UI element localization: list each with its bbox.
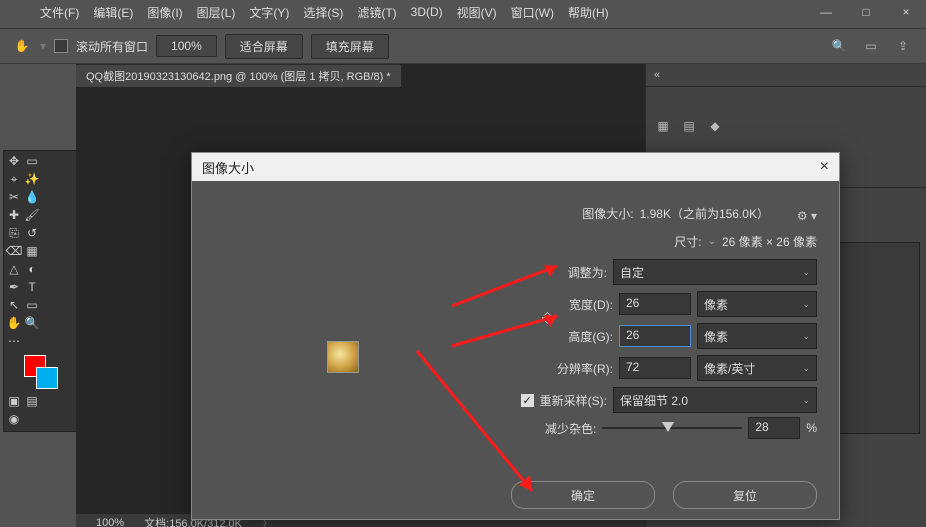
noise-label: 减少杂色: xyxy=(545,420,596,437)
menu-3d[interactable]: 3D(D) xyxy=(411,5,443,19)
zoom-tool-icon[interactable]: 🔍 xyxy=(24,315,40,331)
dialog-titlebar[interactable]: 图像大小 × xyxy=(192,153,839,181)
brush-tool-icon[interactable]: 🖌 xyxy=(24,207,40,223)
menu-view[interactable]: 视图(V) xyxy=(457,4,497,21)
heal-tool-icon[interactable]: ✚ xyxy=(6,207,22,223)
res-unit-select[interactable]: 像素/英寸⌄ xyxy=(697,355,817,381)
menu-filter[interactable]: 滤镜(T) xyxy=(357,4,396,21)
ok-button[interactable]: 确定 xyxy=(511,481,655,509)
menu-file[interactable]: 文件(F) xyxy=(40,4,79,21)
document-tab[interactable]: QQ截图20190323130642.png @ 100% (图层 1 拷贝, … xyxy=(76,64,401,87)
width-label: 宽度(D): xyxy=(569,296,613,313)
lasso-tool-icon[interactable]: ⌖ xyxy=(6,171,22,187)
fit-screen-button[interactable]: 适合屏幕 xyxy=(225,34,303,59)
hand-tool-icon[interactable]: ✋ xyxy=(12,36,32,56)
workspace: ✥▭ ⌖✨ ✂💧 ✚🖌 ⎘↺ ⌫▦ △◐ ✒T ↖▭ ✋🔍 ⋯ ▣▤ ◉ QQ截… xyxy=(0,64,926,527)
title-bar: Ps 文件(F) 编辑(E) 图像(I) 图层(L) 文字(Y) 选择(S) 滤… xyxy=(0,0,926,24)
paths-icon[interactable]: ◆ xyxy=(706,117,724,135)
menu-select[interactable]: 选择(S) xyxy=(303,4,343,21)
hand-tool2-icon[interactable]: ✋ xyxy=(6,315,22,331)
dim-chevron-icon[interactable]: ⌄ xyxy=(708,236,716,247)
reset-button[interactable]: 复位 xyxy=(673,481,817,509)
zoom-status[interactable]: 100% xyxy=(96,517,124,527)
gear-icon[interactable]: ⚙ ▾ xyxy=(797,209,817,223)
eyedropper-tool-icon[interactable]: 💧 xyxy=(24,189,40,205)
dialog-title: 图像大小 xyxy=(202,158,254,177)
type-tool-icon[interactable]: T xyxy=(24,279,40,295)
fit-select[interactable]: 自定⌄ xyxy=(613,259,817,285)
window-controls: — □ × xyxy=(806,0,926,24)
screenmode-icon[interactable]: ▤ xyxy=(24,393,40,409)
stamp-tool-icon[interactable]: ⎘ xyxy=(6,225,22,241)
res-input[interactable]: 72 xyxy=(619,357,691,379)
size-label: 图像大小: xyxy=(582,205,633,222)
eraser-tool-icon[interactable]: ⌫ xyxy=(6,243,22,259)
background-swatch[interactable] xyxy=(36,367,58,389)
panel-collapse[interactable]: « xyxy=(646,64,926,87)
menu-edit[interactable]: 编辑(E) xyxy=(93,4,133,21)
annotation-arrow-1 xyxy=(452,261,572,314)
minimize-button[interactable]: — xyxy=(806,0,846,24)
toolbox: ✥▭ ⌖✨ ✂💧 ✚🖌 ⎘↺ ⌫▦ △◐ ✒T ↖▭ ✋🔍 ⋯ ▣▤ ◉ xyxy=(3,150,79,432)
fit-label: 调整为: xyxy=(568,264,607,281)
menu-layer[interactable]: 图层(L) xyxy=(197,4,236,21)
path-tool-icon[interactable]: ↖ xyxy=(6,297,22,313)
menu-type[interactable]: 文字(Y) xyxy=(249,4,289,21)
dialog-close-button[interactable]: × xyxy=(820,158,829,176)
noise-input[interactable]: 28 xyxy=(748,417,800,439)
height-label: 高度(G): xyxy=(568,328,613,345)
annotation-arrow-2 xyxy=(452,311,572,354)
close-window-button[interactable]: × xyxy=(886,0,926,24)
dim-value: 26 像素 × 26 像素 xyxy=(722,233,817,250)
move-tool-icon[interactable]: ✥ xyxy=(6,153,22,169)
resample-checkbox[interactable]: ✓ xyxy=(521,394,534,407)
image-size-dialog: 图像大小 × ⚙ ▾ 图像大小: 1.98K（之前为156.0K） 尺寸: ⌄ … xyxy=(191,152,840,520)
noise-slider[interactable] xyxy=(602,421,742,435)
noise-unit: % xyxy=(806,421,817,435)
share-icon[interactable]: ⇪ xyxy=(894,37,912,55)
maximize-button[interactable]: □ xyxy=(846,0,886,24)
menu-bar: 文件(F) 编辑(E) 图像(I) 图层(L) 文字(Y) 选择(S) 滤镜(T… xyxy=(0,2,609,22)
height-unit-select[interactable]: 像素⌄ xyxy=(697,323,817,349)
quickmask-icon[interactable]: ▣ xyxy=(6,393,22,409)
link-icon[interactable]: ⎆ xyxy=(542,309,553,326)
history-brush-icon[interactable]: ↺ xyxy=(24,225,40,241)
scroll-all-label: 滚动所有窗口 xyxy=(76,38,148,55)
image-preview-thumbnail xyxy=(327,341,359,373)
menu-window[interactable]: 窗口(W) xyxy=(511,4,554,21)
fill-screen-button[interactable]: 填充屏幕 xyxy=(311,34,389,59)
extra-icon[interactable]: ◉ xyxy=(6,411,22,427)
marquee-tool-icon[interactable]: ▭ xyxy=(24,153,40,169)
wand-tool-icon[interactable]: ✨ xyxy=(24,171,40,187)
scroll-all-checkbox[interactable] xyxy=(54,39,68,53)
layers-icon[interactable]: ▦ xyxy=(654,117,672,135)
menu-help[interactable]: 帮助(H) xyxy=(568,4,609,21)
channels-icon[interactable]: ▤ xyxy=(680,117,698,135)
zoom-100-button[interactable]: 100% xyxy=(156,35,217,57)
gradient-tool-icon[interactable]: ▦ xyxy=(24,243,40,259)
blur-tool-icon[interactable]: △ xyxy=(6,261,22,277)
dodge-tool-icon[interactable]: ◐ xyxy=(24,261,40,277)
resample-label: 重新采样(S): xyxy=(540,392,607,409)
width-input[interactable]: 26 xyxy=(619,293,691,315)
more-tool-icon[interactable]: ⋯ xyxy=(6,333,22,349)
search-icon[interactable]: 🔍 xyxy=(830,37,848,55)
crop-tool-icon[interactable]: ✂ xyxy=(6,189,22,205)
menu-image[interactable]: 图像(I) xyxy=(147,4,182,21)
width-unit-select[interactable]: 像素⌄ xyxy=(697,291,817,317)
resample-select[interactable]: 保留细节 2.0⌄ xyxy=(613,387,817,413)
size-value: 1.98K（之前为156.0K） xyxy=(640,205,769,222)
height-input[interactable]: 26 xyxy=(619,325,691,347)
options-bar: ✋ ▾ 滚动所有窗口 100% 适合屏幕 填充屏幕 🔍 ▭ ⇪ xyxy=(0,28,926,64)
color-swatches[interactable] xyxy=(24,355,58,389)
pen-tool-icon[interactable]: ✒ xyxy=(6,279,22,295)
shape-tool-icon[interactable]: ▭ xyxy=(24,297,40,313)
dim-label: 尺寸: xyxy=(674,233,701,250)
workspace-icon[interactable]: ▭ xyxy=(862,37,880,55)
res-label: 分辨率(R): xyxy=(557,360,613,377)
